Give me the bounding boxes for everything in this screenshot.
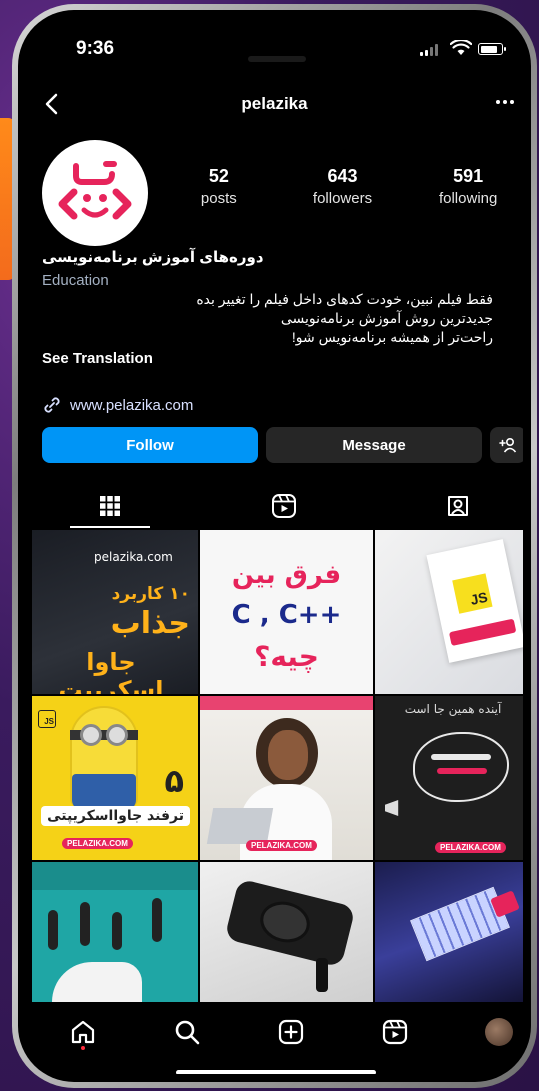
pelazika-tag: PELAZIKA.COM xyxy=(246,840,317,851)
followers-count[interactable]: 643 followers xyxy=(272,166,414,207)
posts-count-label: posts xyxy=(200,190,237,207)
post-tile[interactable] xyxy=(375,862,523,1002)
dynamic-island xyxy=(248,56,306,62)
profile-category: Education xyxy=(42,272,109,289)
following-count-label: following xyxy=(438,190,498,207)
profile-bio: دوره‌های آموزش برنامه‌نویسی Education فق… xyxy=(42,248,493,367)
profile-avatar[interactable] xyxy=(42,140,148,246)
nav-search[interactable] xyxy=(169,1014,205,1050)
instagram-profile-screen: 9:36 pelazika 52 posts 643 followers 591… xyxy=(26,18,523,1074)
home-icon xyxy=(71,1020,95,1044)
post-text: جاوا اسکریپت xyxy=(58,648,164,694)
status-time: 9:36 xyxy=(76,38,115,59)
js-badge: JS xyxy=(38,710,56,728)
followers-count-label: followers xyxy=(312,190,373,207)
grid-icon xyxy=(100,496,120,516)
message-button[interactable]: Message xyxy=(266,427,482,463)
nav-create[interactable] xyxy=(273,1014,309,1050)
cellular-signal-icon xyxy=(420,44,438,56)
bottom-navigation xyxy=(26,1002,523,1062)
active-tab-indicator xyxy=(70,526,150,528)
hand-image xyxy=(52,962,142,1002)
pelazika-tag: PELAZIKA.COM xyxy=(62,838,133,849)
suggest-user-button[interactable] xyxy=(490,427,523,463)
pelazika-logo-icon xyxy=(58,161,132,220)
tab-posts-grid[interactable] xyxy=(70,486,150,526)
figurine-image xyxy=(316,958,328,992)
person-figure xyxy=(48,910,58,950)
post-brand: pelazika.com xyxy=(94,550,173,564)
post-text: آینده همین جا است xyxy=(404,702,502,716)
profile-username: pelazika xyxy=(241,94,308,113)
nav-home[interactable] xyxy=(65,1014,101,1050)
add-person-icon xyxy=(499,437,517,453)
tab-tagged[interactable] xyxy=(418,486,498,526)
more-options-icon[interactable] xyxy=(496,100,514,104)
post-tile[interactable]: JS xyxy=(375,530,523,694)
profile-display-name: دوره‌های آموزش برنامه‌نویسی xyxy=(42,249,264,266)
search-icon xyxy=(175,1020,200,1045)
profile-stats: 52 posts 643 followers 591 following xyxy=(166,166,523,207)
megaphone-icon xyxy=(385,800,399,816)
post-tile[interactable] xyxy=(32,862,198,1002)
website-url: www.pelazika.com xyxy=(70,396,194,414)
posts-count[interactable]: 52 posts xyxy=(166,166,272,207)
speech-bubble xyxy=(413,732,509,802)
home-indicator xyxy=(176,1070,376,1074)
notification-dot xyxy=(81,1046,85,1050)
profile-tabs xyxy=(26,480,523,530)
post-tile[interactable] xyxy=(200,862,373,1002)
battery-icon xyxy=(478,43,506,55)
bio-line: راحت‌تر از همیشه برنامه‌نویس شو! xyxy=(291,329,493,345)
nav-profile[interactable] xyxy=(481,1014,517,1050)
post-text: C , C++ xyxy=(231,600,342,630)
link-icon xyxy=(44,397,60,413)
website-link[interactable]: www.pelazika.com xyxy=(42,395,193,415)
laptop-image xyxy=(206,808,274,844)
post-tile[interactable]: فرق بین C , C++ چیه؟ xyxy=(200,530,373,694)
user-avatar xyxy=(485,1018,513,1046)
minion-image xyxy=(70,706,138,810)
posts-grid: pelazika.com ۱۰ کاربرد جذاب جاوا اسکریپت… xyxy=(32,530,523,1002)
post-tile[interactable]: pelazika.com ۱۰ کاربرد جذاب جاوا اسکریپت xyxy=(32,530,198,694)
tab-reels[interactable] xyxy=(244,486,324,526)
following-count[interactable]: 591 following xyxy=(413,166,523,207)
post-text: چیه؟ xyxy=(254,640,319,673)
follow-button[interactable]: Follow xyxy=(42,427,258,463)
followers-count-value: 643 xyxy=(327,166,358,186)
post-text: جذاب xyxy=(110,606,190,641)
book-image: JS xyxy=(426,539,523,663)
wifi-icon xyxy=(450,40,472,55)
phone-frame: 9:36 pelazika 52 posts 643 followers 591… xyxy=(12,4,537,1088)
post-tile[interactable]: JS ۵ ترفند جاوااسکریپتی PELAZIKA.COM xyxy=(32,696,198,860)
post-number: ۵ xyxy=(164,762,184,800)
post-text: ۱۰ کاربرد xyxy=(111,584,190,604)
tagged-person-icon xyxy=(448,496,468,516)
post-tile[interactable]: آینده همین جا است PELAZIKA.COM xyxy=(375,696,523,860)
pelazika-tag: PELAZIKA.COM xyxy=(435,842,506,853)
posts-count-value: 52 xyxy=(208,166,229,186)
nav-reels[interactable] xyxy=(377,1014,413,1050)
add-post-icon xyxy=(278,1019,304,1045)
following-count-value: 591 xyxy=(453,166,484,186)
see-translation-link[interactable]: See Translation xyxy=(42,350,493,367)
reels-icon xyxy=(272,494,296,518)
post-text: فرق بین xyxy=(231,560,342,590)
profile-header: pelazika xyxy=(26,82,523,126)
post-tile[interactable]: PELAZIKA.COM xyxy=(200,696,373,860)
status-bar: 9:36 xyxy=(26,18,523,70)
post-caption: ترفند جاوااسکریپتی xyxy=(41,806,190,826)
js-badge: JS xyxy=(452,573,493,614)
bio-line: فقط فیلم نبین، خودت کدهای داخل فیلم را ت… xyxy=(196,291,493,307)
bio-line: جدیدترین روش آموزش برنامه‌نویسی xyxy=(280,310,493,326)
reels-icon xyxy=(382,1019,408,1045)
